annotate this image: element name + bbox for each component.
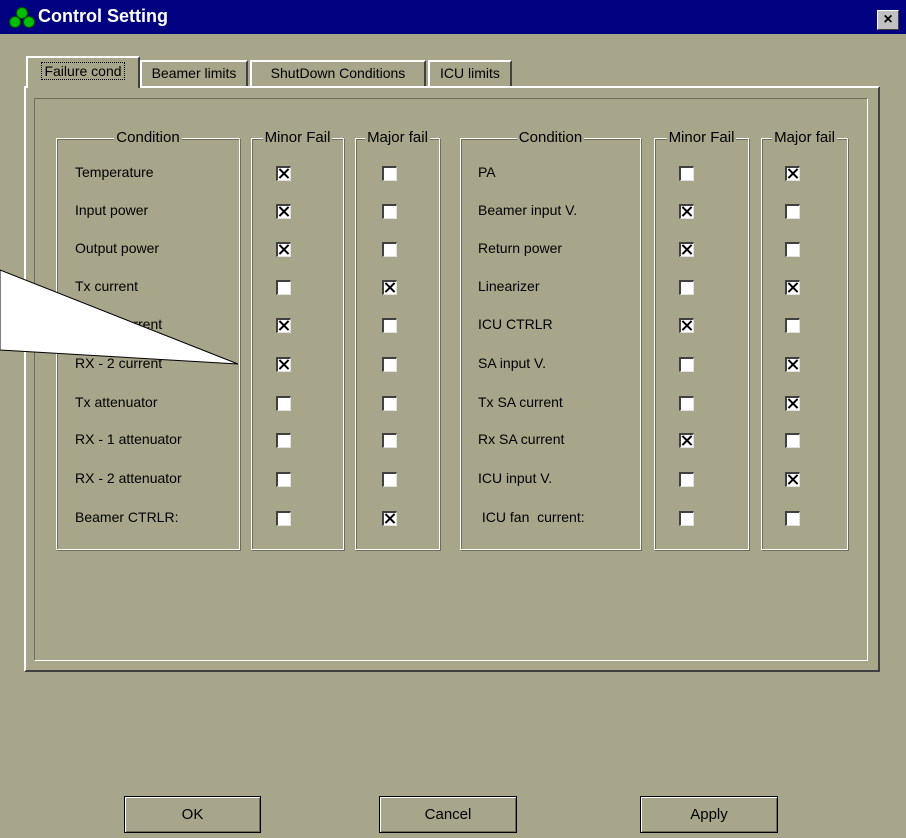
condition-label: ICU fan current: [478,509,585,525]
major-fail-checkbox[interactable] [785,242,800,257]
minor-fail-checkbox[interactable] [679,280,694,295]
major-fail-checkbox[interactable] [785,318,800,333]
major-fail-checkbox[interactable] [785,280,800,295]
major-fail-checkbox[interactable] [382,166,397,181]
condition-group-left: Condition [56,129,240,550]
minor-fail-checkbox[interactable] [276,166,291,181]
major-fail-checkbox[interactable] [382,204,397,219]
major-fail-checkbox[interactable] [785,472,800,487]
condition-label: SA input V. [478,355,546,371]
condition-label: Input power [75,202,149,218]
minor-fail-checkbox[interactable] [276,204,291,219]
minor-fail-checkbox[interactable] [679,396,694,411]
major-fail-checkbox[interactable] [382,472,397,487]
major-fail-checkbox[interactable] [785,166,800,181]
condition-label: Output power [75,240,160,256]
condition-label: Linearizer [478,278,540,294]
minor-fail-checkbox[interactable] [679,472,694,487]
minor-fail-checkbox[interactable] [276,357,291,372]
condition-label: PA [478,164,496,180]
group-title: Major fail [772,129,837,146]
tab-beamer-limits[interactable]: Beamer limits [140,60,248,86]
tab-label: Failure cond [41,62,125,80]
tab-shutdown-conditions[interactable]: ShutDown Conditions [250,60,426,86]
tab-icu-limits[interactable]: ICU limits [428,60,512,86]
minor-fail-checkbox[interactable] [276,472,291,487]
minor-fail-group-right: Minor Fail [654,129,749,550]
app-icon [9,7,35,28]
condition-label: RX - 1 current [75,316,163,332]
condition-label: Tx current [75,278,139,294]
major-fail-checkbox[interactable] [382,396,397,411]
condition-label: RX - 2 current [75,355,163,371]
condition-label: RX - 2 attenuator [75,470,182,486]
condition-label: ICU CTRLR [478,316,553,332]
window-title: Control Setting [38,6,168,26]
close-icon: × [883,11,893,28]
major-fail-checkbox[interactable] [382,511,397,526]
apply-button[interactable]: Apply [640,796,778,833]
title-bar[interactable]: Control Setting × [0,0,906,34]
group-title: Minor Fail [262,129,333,146]
major-fail-group-left: Major fail [355,129,440,550]
ok-button[interactable]: OK [124,796,261,833]
minor-fail-checkbox[interactable] [679,433,694,448]
major-fail-checkbox[interactable] [785,433,800,448]
minor-fail-checkbox[interactable] [679,318,694,333]
major-fail-checkbox[interactable] [382,357,397,372]
major-fail-checkbox[interactable] [785,204,800,219]
minor-fail-checkbox[interactable] [679,242,694,257]
major-fail-checkbox[interactable] [785,357,800,372]
major-fail-group-right: Major fail [761,129,848,550]
minor-fail-checkbox[interactable] [276,242,291,257]
tab-failure-cond[interactable]: Failure cond [26,56,140,88]
major-fail-checkbox[interactable] [382,433,397,448]
tab-label: Beamer limits [151,65,237,81]
condition-label: Tx SA current [478,394,563,410]
tab-label: ShutDown Conditions [270,65,406,81]
condition-label: ICU input V. [478,470,553,486]
condition-label: Beamer CTRLR: [75,509,179,525]
major-fail-checkbox[interactable] [785,511,800,526]
condition-label: Temperature [75,164,154,180]
group-title: Major fail [365,129,430,146]
major-fail-checkbox[interactable] [382,280,397,295]
minor-fail-checkbox[interactable] [276,280,291,295]
minor-fail-checkbox[interactable] [679,204,694,219]
condition-label: Rx SA current [478,431,565,447]
major-fail-checkbox[interactable] [785,396,800,411]
group-title: Minor Fail [666,129,737,146]
cancel-button[interactable]: Cancel [379,796,517,833]
condition-group-right: Condition [460,129,641,550]
group-title: Condition [516,129,585,146]
group-title: Condition [114,129,182,146]
minor-fail-checkbox[interactable] [276,396,291,411]
condition-label: Tx attenuator [75,394,158,410]
condition-label: Beamer input V. [478,202,578,218]
major-fail-checkbox[interactable] [382,242,397,257]
minor-fail-checkbox[interactable] [276,511,291,526]
major-fail-checkbox[interactable] [382,318,397,333]
condition-label: RX - 1 attenuator [75,431,182,447]
minor-fail-checkbox[interactable] [276,433,291,448]
minor-fail-checkbox[interactable] [276,318,291,333]
tab-label: ICU limits [440,65,500,81]
minor-fail-group-left: Minor Fail [251,129,344,550]
condition-label: Return power [478,240,563,256]
minor-fail-checkbox[interactable] [679,511,694,526]
minor-fail-checkbox[interactable] [679,357,694,372]
close-button[interactable]: × [877,10,899,30]
minor-fail-checkbox[interactable] [679,166,694,181]
